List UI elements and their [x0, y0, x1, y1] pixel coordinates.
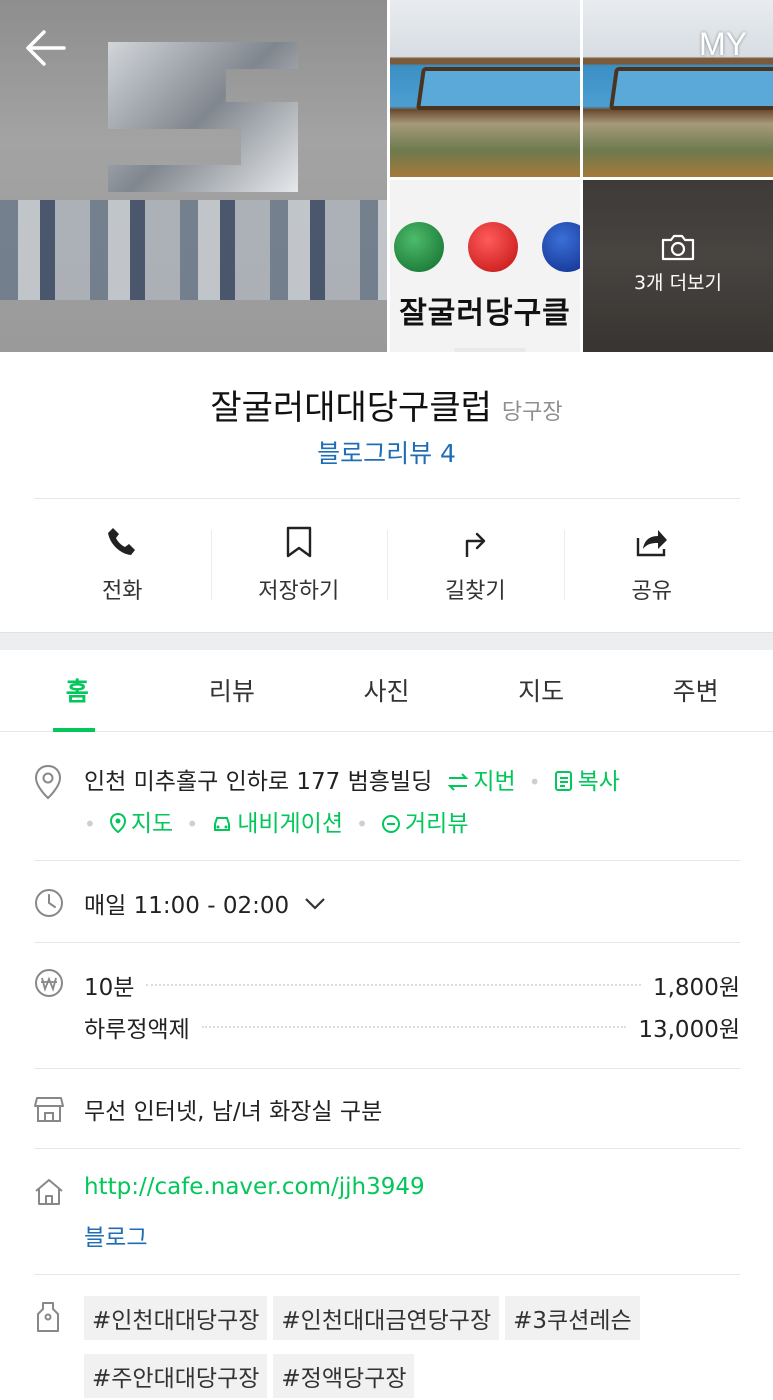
- navigation-label: 내비게이션: [237, 811, 344, 837]
- chevron-down-icon: [305, 898, 325, 910]
- phone-icon: [108, 528, 136, 555]
- price-leader: [146, 984, 641, 986]
- homepage-url-link[interactable]: http://cafe.naver.com/jjh3949: [84, 1174, 425, 1200]
- photo-indicator: [454, 348, 526, 352]
- street-view-icon: [382, 815, 400, 833]
- divider: [34, 860, 740, 861]
- tab-photos[interactable]: 사진: [309, 650, 464, 731]
- tags-row: #인천대대당구장 #인천대대금연당구장 #3쿠션레슨 #주안대대당구장 #정액당구장: [34, 1296, 740, 1400]
- back-arrow-icon: [26, 30, 66, 66]
- separator-dot: •: [84, 812, 96, 836]
- save-label: 저장하기: [258, 579, 340, 604]
- tab-map[interactable]: 지도: [464, 650, 619, 731]
- hashtag[interactable]: #인천대대당구장: [84, 1296, 268, 1340]
- separator-dot: •: [528, 770, 541, 794]
- price-item-value: 1,800원: [652, 975, 740, 1001]
- price-item-name: 하루정액제: [84, 1017, 190, 1043]
- divider: [34, 1274, 740, 1275]
- clock-icon: [35, 889, 63, 917]
- call-button[interactable]: 전화: [34, 515, 211, 615]
- place-category: 당구장: [501, 400, 563, 425]
- tab-home[interactable]: 홈: [0, 650, 155, 732]
- tab-bar: 홈 리뷰 사진 지도 주변: [0, 650, 773, 732]
- save-button[interactable]: 저장하기: [210, 515, 388, 615]
- car-icon: [214, 817, 231, 831]
- address-text: 인천 미추홀구 인하로 177 범흥빌딩: [84, 769, 433, 795]
- camera-icon: [661, 234, 695, 261]
- hashtag[interactable]: #3쿠션레슨: [505, 1296, 640, 1340]
- map-link[interactable]: 지도: [109, 811, 173, 837]
- swap-icon: [447, 773, 469, 791]
- photo-gallery[interactable]: 잘굴러당구클 3개 더보기 MY: [0, 0, 773, 352]
- place-name: 잘굴러대대당구클럽: [210, 388, 492, 428]
- tab-reviews[interactable]: 리뷰: [155, 650, 310, 731]
- action-bar: 전화 저장하기 길찾기 공유: [34, 515, 740, 615]
- photo-sign-text: 잘굴러당구클: [399, 296, 571, 331]
- won-icon: [35, 969, 63, 997]
- blue-ball: [542, 222, 580, 272]
- directions-icon: [466, 532, 486, 557]
- back-button[interactable]: [22, 26, 68, 70]
- divider: [34, 1068, 740, 1069]
- hashtag[interactable]: #주안대대당구장: [84, 1354, 268, 1398]
- hashtag[interactable]: #정액당구장: [273, 1354, 415, 1398]
- place-title-row: 잘굴러대대당구클럽 당구장: [0, 380, 773, 429]
- price-item-name: 10분: [84, 975, 135, 1001]
- price-row: 하루정액제 13,000원: [84, 1010, 740, 1044]
- blog-link[interactable]: 블로그: [84, 1218, 147, 1252]
- divider: [34, 1148, 740, 1149]
- more-photos-button[interactable]: 3개 더보기: [583, 180, 773, 352]
- copy-label: 복사: [577, 769, 620, 795]
- tab-nearby[interactable]: 주변: [618, 650, 773, 731]
- amenities-text: 무선 인터넷, 남/녀 화장실 구분: [84, 1099, 383, 1125]
- more-photos-label: 3개 더보기: [633, 272, 723, 294]
- price-leader: [201, 1026, 627, 1028]
- photo-sign-shape: [0, 200, 387, 300]
- amenities-row: 무선 인터넷, 남/녀 화장실 구분: [34, 1092, 740, 1126]
- bookmark-icon: [286, 526, 311, 558]
- home-icon: [35, 1179, 63, 1205]
- section-gap: [0, 632, 773, 650]
- jibun-button[interactable]: 지번: [447, 769, 516, 795]
- jibun-label: 지번: [473, 769, 516, 795]
- photo-billiard-sign[interactable]: 잘굴러당구클: [390, 180, 580, 352]
- copy-icon: [554, 771, 572, 791]
- navigation-link[interactable]: 내비게이션: [211, 811, 343, 837]
- photo-sign-shape: [108, 42, 298, 192]
- hours-row[interactable]: 매일 11:00 - 02:00: [34, 886, 740, 920]
- price-item-value: 13,000원: [638, 1017, 740, 1043]
- divider: [34, 942, 740, 943]
- hours-text: 매일 11:00 - 02:00: [84, 893, 290, 919]
- price-row: 10분 1,800원: [84, 968, 740, 1002]
- street-view-link[interactable]: 거리뷰: [381, 811, 468, 837]
- address-row: 인천 미추홀구 인하로 177 범흥빌딩 지번 • 복사 • 지도 • 내비게이…: [34, 762, 740, 842]
- red-ball: [468, 222, 518, 272]
- homepage-row: http://cafe.naver.com/jjh3949 블로그: [34, 1174, 740, 1254]
- store-icon: [34, 1097, 64, 1122]
- call-label: 전화: [102, 579, 143, 604]
- directions-label: 길찾기: [444, 579, 506, 604]
- hashtag[interactable]: #인천대대금연당구장: [273, 1296, 500, 1340]
- share-icon: [636, 530, 667, 557]
- map-pin-icon: [109, 812, 126, 834]
- separator-dot: •: [186, 812, 199, 836]
- street-view-label: 거리뷰: [405, 811, 469, 837]
- price-section: 10분 1,800원 하루정액제 13,000원: [34, 966, 740, 1046]
- share-button[interactable]: 공유: [563, 515, 741, 615]
- location-pin-icon: [34, 764, 62, 800]
- my-button[interactable]: MY: [699, 26, 747, 63]
- green-ball: [394, 222, 444, 272]
- share-label: 공유: [631, 579, 672, 604]
- tag-icon: [37, 1302, 59, 1332]
- photo-pool-table-1[interactable]: [390, 0, 580, 177]
- directions-button[interactable]: 길찾기: [387, 515, 564, 615]
- copy-button[interactable]: 복사: [554, 769, 620, 795]
- divider: [34, 498, 740, 499]
- separator-dot: •: [356, 812, 368, 836]
- map-label: 지도: [130, 811, 174, 837]
- blog-review-link[interactable]: 블로그리뷰 4: [0, 434, 773, 470]
